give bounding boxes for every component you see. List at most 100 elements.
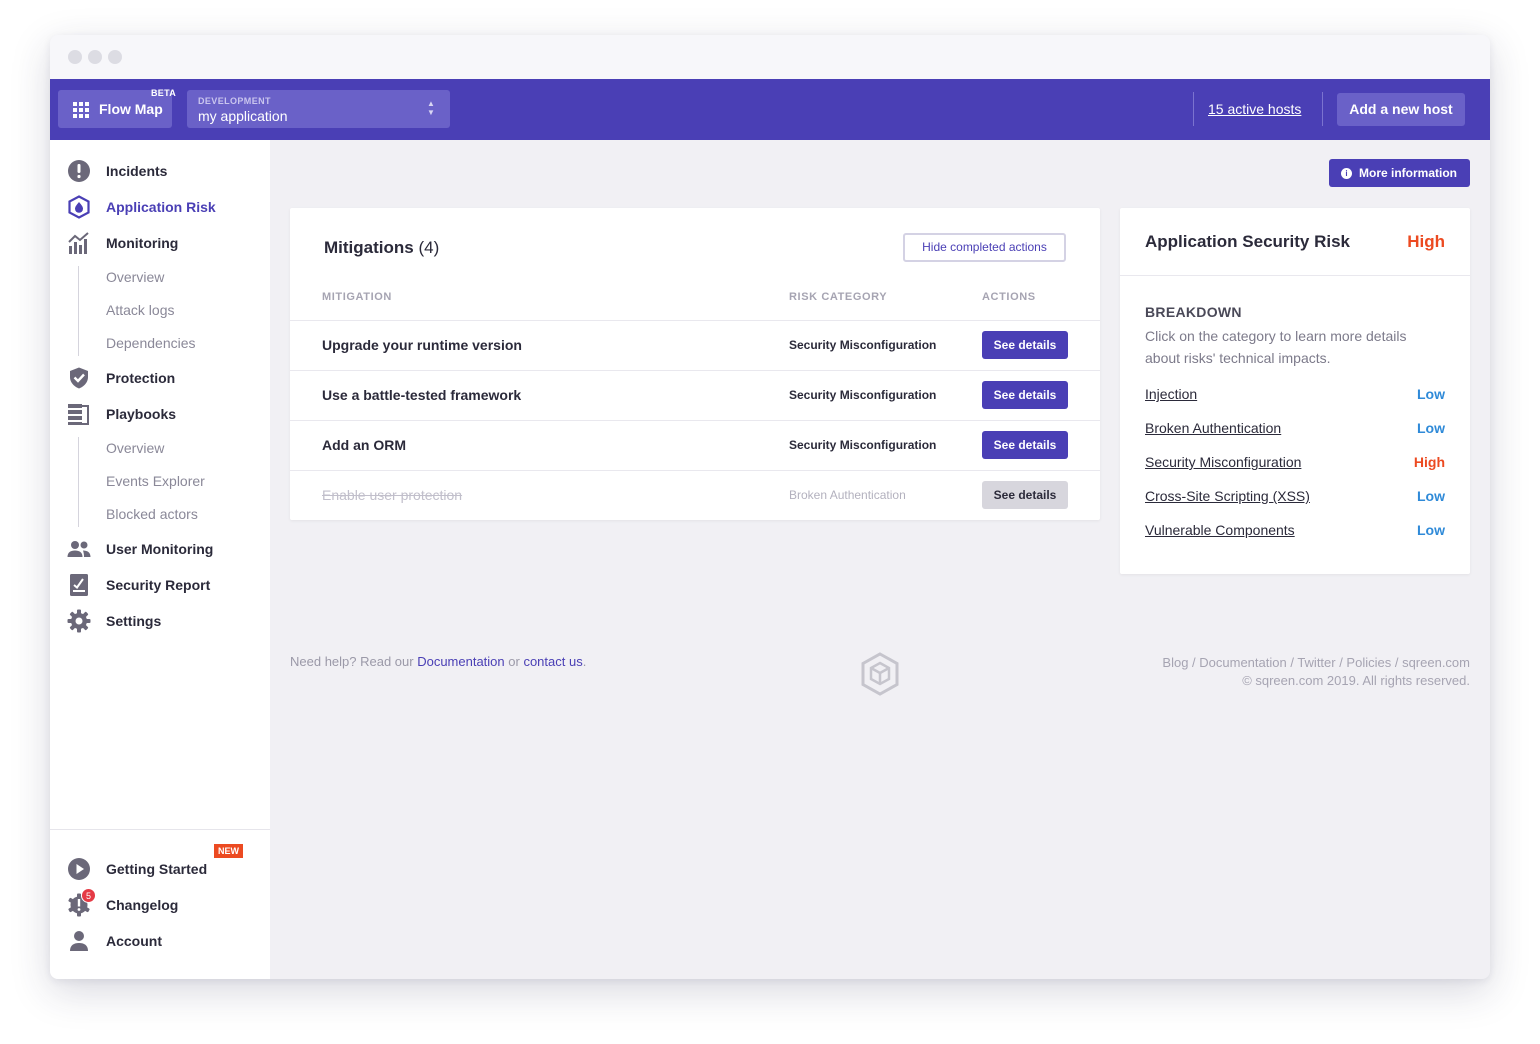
sidebar-item-label: Security Report: [106, 577, 211, 593]
sidebar-item-label: Getting Started: [106, 861, 208, 877]
changelog-count-badge: 5: [81, 888, 96, 903]
sidebar-subitem-attack-logs[interactable]: Attack logs: [106, 302, 174, 318]
grid-icon: [73, 102, 89, 118]
application-name: my application: [198, 108, 288, 124]
risk-category-link-xss[interactable]: Cross-Site Scripting (XSS): [1145, 488, 1310, 504]
risk-category: Security Misconfiguration: [789, 338, 937, 352]
sidebar-item-security-report[interactable]: Security Report: [50, 571, 270, 599]
playbook-icon: [68, 404, 89, 425]
sidebar-divider: [50, 829, 270, 830]
sidebar-item-application-risk[interactable]: Application Risk: [50, 193, 270, 221]
see-details-button[interactable]: See details: [982, 381, 1068, 409]
active-hosts-link[interactable]: 15 active hosts: [1208, 101, 1301, 117]
documentation-link[interactable]: Documentation: [417, 654, 504, 669]
chart-bars-icon: [68, 232, 89, 254]
sidebar-item-label: Application Risk: [106, 199, 216, 215]
risk-level-value: Low: [1417, 488, 1445, 504]
risk-level-value: Low: [1417, 522, 1445, 538]
breakdown-heading: BREAKDOWN: [1145, 304, 1242, 320]
report-icon: [70, 574, 88, 596]
risk-level-value: Low: [1417, 420, 1445, 436]
see-details-button[interactable]: See details: [982, 481, 1068, 509]
sidebar-subitem-blocked-actors[interactable]: Blocked actors: [106, 506, 198, 522]
risk-category-link-broken-authentication[interactable]: Broken Authentication: [1145, 420, 1281, 436]
footer-links: Blog / Documentation / Twitter / Policie…: [1080, 654, 1470, 690]
gear-icon: [67, 609, 91, 633]
mitigation-name: Enable user protection: [322, 487, 463, 503]
see-details-button[interactable]: See details: [982, 331, 1068, 359]
risk-category-link-injection[interactable]: Injection: [1145, 386, 1197, 402]
sidebar-subitem-dependencies[interactable]: Dependencies: [106, 335, 196, 351]
sidebar-item-monitoring[interactable]: Monitoring: [50, 229, 270, 257]
submenu-line: [78, 266, 79, 356]
shield-check-icon: [70, 367, 88, 389]
submenu-line: [78, 437, 79, 527]
sidebar-item-protection[interactable]: Protection: [50, 364, 270, 392]
mitigation-name: Use a battle-tested framework: [322, 387, 522, 403]
divider: [1193, 92, 1194, 126]
divider: [1322, 92, 1323, 126]
more-information-button[interactable]: i More information: [1329, 159, 1470, 187]
column-header-actions: ACTIONS: [982, 291, 1036, 303]
window-close-dot[interactable]: [68, 50, 82, 64]
hide-completed-actions-button[interactable]: Hide completed actions: [903, 233, 1066, 262]
window-minimize-dot[interactable]: [88, 50, 102, 64]
contact-us-link[interactable]: contact us: [523, 654, 582, 669]
play-circle-icon: [68, 858, 90, 880]
sidebar-item-label: Monitoring: [106, 235, 179, 251]
sidebar-item-incidents[interactable]: Incidents: [50, 157, 270, 185]
table-row-completed: Enable user protection Broken Authentica…: [290, 470, 1100, 520]
sidebar-subitem-overview[interactable]: Overview: [106, 440, 164, 456]
mitigation-name: Upgrade your runtime version: [322, 337, 522, 353]
column-header-mitigation: MITIGATION: [322, 291, 392, 303]
sidebar-subitem-events-explorer[interactable]: Events Explorer: [106, 473, 205, 489]
risk-category: Security Misconfiguration: [789, 438, 937, 452]
sidebar-item-playbooks[interactable]: Playbooks: [50, 400, 270, 428]
application-security-risk-card: Application Security Risk High BREAKDOWN…: [1120, 208, 1470, 574]
risk-category: Security Misconfiguration: [789, 388, 937, 402]
window-titlebar: [50, 35, 1490, 79]
sidebar-item-settings[interactable]: Settings: [50, 607, 270, 635]
environment-label: DEVELOPMENT: [198, 96, 271, 106]
chevron-up-down-icon: ▲ ▼: [427, 99, 435, 117]
risk-card-header: Application Security Risk High: [1120, 208, 1470, 276]
table-row: Upgrade your runtime version Security Mi…: [290, 320, 1100, 370]
footer-help-prefix: Need help? Read our: [290, 654, 418, 669]
footer-links-line[interactable]: Blog / Documentation / Twitter / Policie…: [1080, 654, 1470, 672]
sidebar-item-getting-started[interactable]: Getting Started: [50, 855, 270, 883]
add-host-button[interactable]: Add a new host: [1337, 93, 1465, 126]
environment-select[interactable]: DEVELOPMENT my application ▲ ▼: [187, 90, 450, 128]
footer-or: or: [504, 654, 524, 669]
beta-badge: BETA: [151, 88, 177, 98]
new-badge: NEW: [213, 843, 244, 859]
risk-title: Application Security Risk: [1145, 232, 1350, 251]
footer-period: .: [582, 654, 587, 669]
window-zoom-dot[interactable]: [108, 50, 122, 64]
mitigations-card: Mitigations (4) Hide completed actions M…: [290, 208, 1100, 520]
flow-map-button[interactable]: Flow Map BETA: [58, 88, 176, 128]
sidebar-item-label: Settings: [106, 613, 162, 629]
risk-level-value: High: [1413, 454, 1445, 470]
risk-category: Broken Authentication: [789, 488, 906, 502]
breakdown-description: Click on the category to learn more deta…: [1145, 328, 1407, 366]
table-row: Add an ORM Security Misconfiguration See…: [290, 420, 1100, 470]
alert-circle-icon: [68, 160, 90, 182]
sidebar-item-account[interactable]: Account: [50, 927, 270, 955]
top-bar: Flow Map BETA DEVELOPMENT my application…: [50, 79, 1490, 140]
user-icon: [70, 931, 88, 951]
footer-copyright: © sqreen.com 2019. All rights reserved.: [1242, 673, 1470, 688]
hexagon-shield-icon: [68, 195, 90, 219]
see-details-button[interactable]: See details: [982, 431, 1068, 459]
sidebar-item-label: User Monitoring: [106, 541, 214, 557]
table-row: Use a battle-tested framework Security M…: [290, 370, 1100, 420]
sidebar-item-user-monitoring[interactable]: User Monitoring: [50, 535, 270, 563]
sidebar-item-label: Account: [106, 933, 162, 949]
mitigation-name: Add an ORM: [322, 437, 406, 453]
risk-category-link-vulnerable-components[interactable]: Vulnerable Components: [1145, 522, 1295, 538]
sidebar-item-label: Protection: [106, 370, 176, 386]
footer-help: Need help? Read our Documentation or con…: [290, 654, 586, 669]
sidebar-item-label: Playbooks: [106, 406, 177, 422]
sidebar-subitem-overview[interactable]: Overview: [106, 269, 164, 285]
risk-category-link-security-misconfiguration[interactable]: Security Misconfiguration: [1145, 454, 1301, 470]
mitigations-count: (4): [418, 238, 440, 257]
